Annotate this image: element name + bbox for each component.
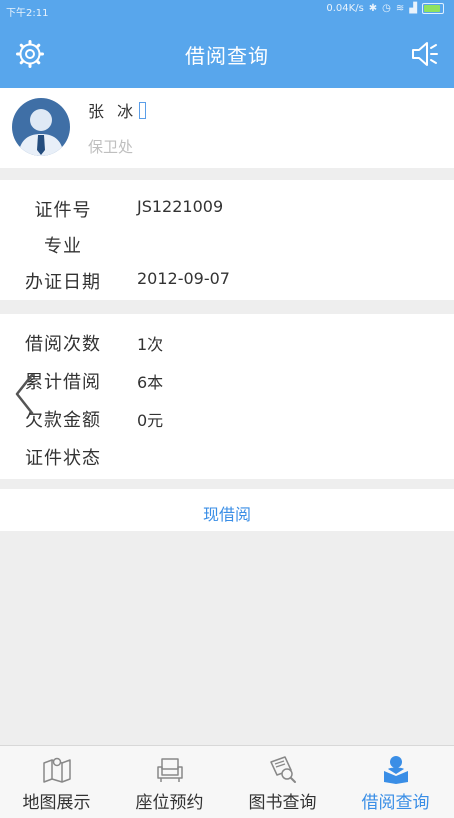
info-value: JS1221009 [137,197,224,216]
tab-label: 座位预约 [135,793,204,813]
info-value: 1次 [137,335,164,354]
tab-label: 借阅查询 [361,793,430,813]
info-row-major: 专业 [0,224,454,260]
status-time: 下午2:11 [6,8,49,19]
alarm-icon: ◷ [382,3,391,14]
back-chevron-icon[interactable] [12,372,38,416]
info-label: 证件号 [34,200,92,221]
info-row-card-number: 证件号 JS1221009 [0,188,454,224]
info-row-amount-owed: 欠款金额 0元 [0,398,454,434]
book-search-icon [270,756,296,783]
status-icons: 0.04K/s ✱ ◷ ≋ ▟ [326,3,444,14]
profile-section: 张 冰 保卫处 [0,88,454,168]
map-icon [43,757,71,783]
tab-seat-reservation[interactable]: 座位预约 [113,746,226,818]
info-value: 6本 [137,373,164,392]
net-speed: 0.04K/s [326,3,364,14]
battery-icon [422,3,444,14]
info-value: 0元 [137,411,164,430]
current-borrow-bar[interactable]: 现借阅 [0,489,454,531]
borrow-query-icon [384,756,408,784]
info-label: 办证日期 [25,272,101,293]
app-header: 借阅查询 [0,20,454,88]
user-name-text: 张 冰 [88,102,138,121]
wifi-icon: ≋ [395,3,405,14]
text-cursor [139,102,147,119]
tab-book-search[interactable]: 图书查询 [226,746,339,818]
info-row-issue-date: 办证日期 2012-09-07 [0,260,454,296]
info-label: 借阅次数 [25,334,101,355]
tab-borrow-query[interactable]: 借阅查询 [339,746,452,818]
borrow-info-section: 借阅次数 1次 累计借阅 6本 欠款金额 0元 证件状态 [0,314,454,479]
info-row-borrow-count: 借阅次数 1次 [0,322,454,358]
user-department: 保卫处 [88,138,134,156]
info-row-card-status: 证件状态 [0,436,454,472]
current-borrow-link[interactable]: 现借阅 [0,501,454,525]
bluetooth-icon: ✱ [368,3,378,14]
tab-map[interactable]: 地图展示 [0,746,113,818]
card-info-section: 证件号 JS1221009 专业 办证日期 2012-09-07 [0,180,454,300]
bottom-tab-bar: 地图展示 座位预约 图书查询 借阅查询 [0,745,454,818]
user-name: 张 冰 [88,98,147,122]
avatar[interactable] [12,98,70,156]
info-row-total-borrowed: 累计借阅 6本 [0,360,454,396]
info-label: 证件状态 [25,448,101,469]
tab-label: 图书查询 [248,793,317,813]
speaker-icon[interactable] [410,40,440,68]
tab-label: 地图展示 [22,793,91,813]
info-label: 专业 [44,236,82,257]
status-bar: 下午2:11 0.04K/s ✱ ◷ ≋ ▟ [0,0,454,20]
seat-icon [157,758,183,782]
page-title: 借阅查询 [185,44,269,68]
info-value: 2012-09-07 [137,269,230,288]
signal-icon: ▟ [409,3,417,14]
